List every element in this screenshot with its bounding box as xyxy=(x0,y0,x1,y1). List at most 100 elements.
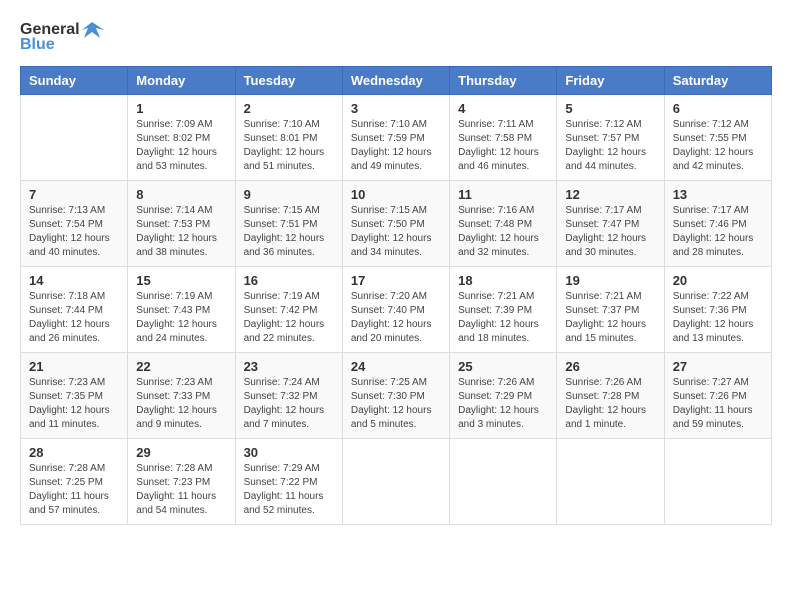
calendar-cell: 17 Sunrise: 7:20 AM Sunset: 7:40 PM Dayli… xyxy=(342,267,449,353)
day-info: Sunrise: 7:17 AM Sunset: 7:47 PM Dayligh… xyxy=(565,204,655,260)
day-number: 7 xyxy=(29,187,119,202)
day-number: 3 xyxy=(351,101,441,116)
day-info: Sunrise: 7:12 AM Sunset: 7:57 PM Dayligh… xyxy=(565,118,655,174)
day-info: Sunrise: 7:29 AM Sunset: 7:22 PM Dayligh… xyxy=(244,462,334,518)
calendar-cell: 24Sunrise: 7:25 AM Sunset: 7:30 PM Dayli… xyxy=(342,353,449,439)
day-info: Sunrise: 7:24 AM Sunset: 7:32 PM Dayligh… xyxy=(244,376,334,432)
calendar-cell: 20 Sunrise: 7:22 AM Sunset: 7:36 PM Dayli… xyxy=(664,267,771,353)
weekday-header-tuesday: Tuesday xyxy=(235,67,342,95)
day-number: 15 xyxy=(136,273,226,288)
day-info: Sunrise: 7:26 AM Sunset: 7:29 PM Dayligh… xyxy=(458,376,548,432)
day-info: Sunrise: 7:20 AM Sunset: 7:40 PM Dayligh… xyxy=(351,290,441,346)
calendar-cell: 15 Sunrise: 7:19 AM Sunset: 7:43 PM Dayli… xyxy=(128,267,235,353)
day-info: Sunrise: 7:23 AM Sunset: 7:35 PM Dayligh… xyxy=(29,376,119,432)
calendar-cell xyxy=(557,439,664,525)
day-info: Sunrise: 7:14 AM Sunset: 7:53 PM Dayligh… xyxy=(136,204,226,260)
day-number: 26 xyxy=(565,359,655,374)
calendar-cell: 5 Sunrise: 7:12 AM Sunset: 7:57 PM Daylig… xyxy=(557,95,664,181)
calendar-week-row: 21 Sunrise: 7:23 AM Sunset: 7:35 PM Dayli… xyxy=(21,353,772,439)
logo: General Blue xyxy=(20,20,104,54)
calendar-cell: 25 Sunrise: 7:26 AM Sunset: 7:29 PM Dayli… xyxy=(450,353,557,439)
day-info: Sunrise: 7:10 AM Sunset: 7:59 PM Dayligh… xyxy=(351,118,441,174)
day-number: 21 xyxy=(29,359,119,374)
weekday-header-saturday: Saturday xyxy=(664,67,771,95)
day-number: 9 xyxy=(244,187,334,202)
day-number: 14 xyxy=(29,273,119,288)
day-number: 12 xyxy=(565,187,655,202)
calendar-cell xyxy=(450,439,557,525)
weekday-header-friday: Friday xyxy=(557,67,664,95)
day-info: Sunrise: 7:25 AM Sunset: 7:30 PM Dayligh… xyxy=(351,376,441,432)
calendar-cell: 13Sunrise: 7:17 AM Sunset: 7:46 PM Dayli… xyxy=(664,181,771,267)
day-info: Sunrise: 7:11 AM Sunset: 7:58 PM Dayligh… xyxy=(458,118,548,174)
logo-container: General Blue xyxy=(20,20,104,54)
calendar-week-row: 1Sunrise: 7:09 AM Sunset: 8:02 PM Daylig… xyxy=(21,95,772,181)
calendar-cell: 4 Sunrise: 7:11 AM Sunset: 7:58 PM Daylig… xyxy=(450,95,557,181)
day-info: Sunrise: 7:27 AM Sunset: 7:26 PM Dayligh… xyxy=(673,376,763,432)
day-info: Sunrise: 7:19 AM Sunset: 7:42 PM Dayligh… xyxy=(244,290,334,346)
day-number: 16 xyxy=(244,273,334,288)
day-number: 4 xyxy=(458,101,548,116)
calendar-cell: 27 Sunrise: 7:27 AM Sunset: 7:26 PM Dayli… xyxy=(664,353,771,439)
day-number: 6 xyxy=(673,101,763,116)
day-info: Sunrise: 7:16 AM Sunset: 7:48 PM Dayligh… xyxy=(458,204,548,260)
day-number: 25 xyxy=(458,359,548,374)
day-number: 23 xyxy=(244,359,334,374)
calendar-cell: 23 Sunrise: 7:24 AM Sunset: 7:32 PM Dayli… xyxy=(235,353,342,439)
day-number: 17 xyxy=(351,273,441,288)
day-number: 8 xyxy=(136,187,226,202)
weekday-header-monday: Monday xyxy=(128,67,235,95)
day-info: Sunrise: 7:18 AM Sunset: 7:44 PM Dayligh… xyxy=(29,290,119,346)
weekday-header-wednesday: Wednesday xyxy=(342,67,449,95)
day-number: 22 xyxy=(136,359,226,374)
calendar-cell: 19 Sunrise: 7:21 AM Sunset: 7:37 PM Dayli… xyxy=(557,267,664,353)
weekday-header-sunday: Sunday xyxy=(21,67,128,95)
day-info: Sunrise: 7:19 AM Sunset: 7:43 PM Dayligh… xyxy=(136,290,226,346)
calendar-cell: 8 Sunrise: 7:14 AM Sunset: 7:53 PM Daylig… xyxy=(128,181,235,267)
weekday-header-row: SundayMondayTuesdayWednesdayThursdayFrid… xyxy=(21,67,772,95)
day-info: Sunrise: 7:23 AM Sunset: 7:33 PM Dayligh… xyxy=(136,376,226,432)
calendar-cell: 28 Sunrise: 7:28 AM Sunset: 7:25 PM Dayli… xyxy=(21,439,128,525)
calendar-cell: 22 Sunrise: 7:23 AM Sunset: 7:33 PM Dayli… xyxy=(128,353,235,439)
day-number: 2 xyxy=(244,101,334,116)
calendar-week-row: 28 Sunrise: 7:28 AM Sunset: 7:25 PM Dayli… xyxy=(21,439,772,525)
calendar-cell: 11Sunrise: 7:16 AM Sunset: 7:48 PM Dayli… xyxy=(450,181,557,267)
calendar-cell: 29Sunrise: 7:28 AM Sunset: 7:23 PM Dayli… xyxy=(128,439,235,525)
calendar-week-row: 7 Sunrise: 7:13 AM Sunset: 7:54 PM Daylig… xyxy=(21,181,772,267)
calendar-cell xyxy=(21,95,128,181)
calendar-cell: 12 Sunrise: 7:17 AM Sunset: 7:47 PM Dayli… xyxy=(557,181,664,267)
day-info: Sunrise: 7:12 AM Sunset: 7:55 PM Dayligh… xyxy=(673,118,763,174)
calendar-cell: 21 Sunrise: 7:23 AM Sunset: 7:35 PM Dayli… xyxy=(21,353,128,439)
calendar-cell: 26Sunrise: 7:26 AM Sunset: 7:28 PM Dayli… xyxy=(557,353,664,439)
day-info: Sunrise: 7:10 AM Sunset: 8:01 PM Dayligh… xyxy=(244,118,334,174)
calendar-cell: 9Sunrise: 7:15 AM Sunset: 7:51 PM Daylig… xyxy=(235,181,342,267)
logo-bird-icon xyxy=(82,20,104,40)
day-info: Sunrise: 7:21 AM Sunset: 7:37 PM Dayligh… xyxy=(565,290,655,346)
day-info: Sunrise: 7:13 AM Sunset: 7:54 PM Dayligh… xyxy=(29,204,119,260)
day-number: 19 xyxy=(565,273,655,288)
day-info: Sunrise: 7:15 AM Sunset: 7:50 PM Dayligh… xyxy=(351,204,441,260)
calendar-table: SundayMondayTuesdayWednesdayThursdayFrid… xyxy=(20,66,772,525)
day-info: Sunrise: 7:28 AM Sunset: 7:25 PM Dayligh… xyxy=(29,462,119,518)
calendar-cell: 14 Sunrise: 7:18 AM Sunset: 7:44 PM Dayli… xyxy=(21,267,128,353)
calendar-cell: 6 Sunrise: 7:12 AM Sunset: 7:55 PM Daylig… xyxy=(664,95,771,181)
day-number: 18 xyxy=(458,273,548,288)
day-number: 28 xyxy=(29,445,119,460)
page-header: General Blue xyxy=(20,20,772,54)
calendar-cell xyxy=(342,439,449,525)
day-info: Sunrise: 7:09 AM Sunset: 8:02 PM Dayligh… xyxy=(136,118,226,174)
calendar-cell: 1Sunrise: 7:09 AM Sunset: 8:02 PM Daylig… xyxy=(128,95,235,181)
calendar-cell: 3 Sunrise: 7:10 AM Sunset: 7:59 PM Daylig… xyxy=(342,95,449,181)
day-number: 13 xyxy=(673,187,763,202)
day-info: Sunrise: 7:22 AM Sunset: 7:36 PM Dayligh… xyxy=(673,290,763,346)
day-info: Sunrise: 7:21 AM Sunset: 7:39 PM Dayligh… xyxy=(458,290,548,346)
weekday-header-thursday: Thursday xyxy=(450,67,557,95)
calendar-cell: 7 Sunrise: 7:13 AM Sunset: 7:54 PM Daylig… xyxy=(21,181,128,267)
day-number: 5 xyxy=(565,101,655,116)
logo-blue: Blue xyxy=(20,36,55,54)
day-number: 27 xyxy=(673,359,763,374)
calendar-cell: 30Sunrise: 7:29 AM Sunset: 7:22 PM Dayli… xyxy=(235,439,342,525)
day-number: 20 xyxy=(673,273,763,288)
calendar-cell: 10 Sunrise: 7:15 AM Sunset: 7:50 PM Dayli… xyxy=(342,181,449,267)
day-number: 10 xyxy=(351,187,441,202)
